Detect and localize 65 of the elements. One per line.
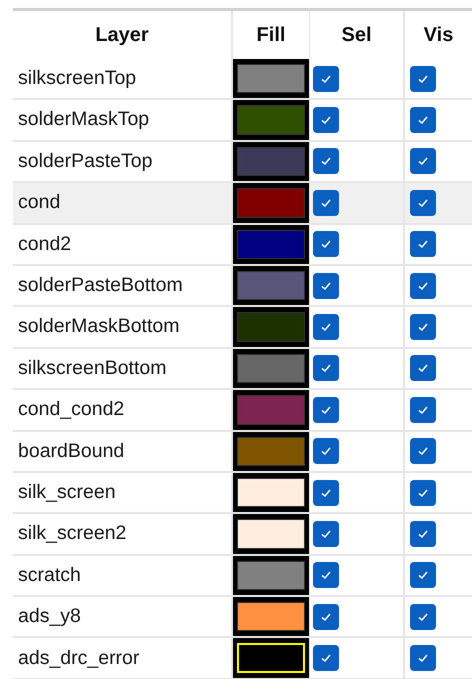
checkbox[interactable] xyxy=(313,645,339,672)
checkbox[interactable] xyxy=(410,190,436,216)
checkbox[interactable] xyxy=(410,480,436,506)
column-header[interactable]: Sel xyxy=(341,20,372,50)
color-swatch[interactable] xyxy=(233,266,309,306)
layer-name: cond xyxy=(18,190,60,216)
checkbox[interactable] xyxy=(410,355,436,382)
column-header[interactable]: Layer xyxy=(95,20,149,50)
checkbox[interactable] xyxy=(410,231,436,258)
color-swatch[interactable] xyxy=(233,556,309,596)
layer-name: silk_screen2 xyxy=(18,521,126,546)
layer-name: solderPasteTop xyxy=(18,148,152,174)
checkbox[interactable] xyxy=(410,66,436,92)
checkbox[interactable] xyxy=(313,148,339,174)
checkbox[interactable] xyxy=(410,107,436,134)
checkbox[interactable] xyxy=(313,438,339,464)
color-swatch[interactable] xyxy=(233,100,309,140)
color-swatch[interactable] xyxy=(233,638,309,678)
color-swatch[interactable] xyxy=(233,432,309,471)
checkbox[interactable] xyxy=(410,562,436,588)
checkbox[interactable] xyxy=(410,272,436,299)
layer-name: solderMaskBottom xyxy=(18,314,180,340)
color-swatch[interactable] xyxy=(233,472,309,512)
checkbox[interactable] xyxy=(313,520,339,547)
layer-name: ads_y8 xyxy=(18,604,81,630)
layer-name: silkscreenBottom xyxy=(18,356,166,381)
color-swatch[interactable] xyxy=(233,597,309,636)
layer-name: cond_cond2 xyxy=(18,397,124,422)
checkbox[interactable] xyxy=(313,231,339,258)
selected-row[interactable]: cond xyxy=(13,183,472,225)
checkbox[interactable] xyxy=(410,604,436,630)
color-swatch[interactable] xyxy=(233,59,309,98)
checkbox[interactable] xyxy=(313,66,339,92)
checkbox[interactable] xyxy=(313,314,339,340)
column-header[interactable]: Fill xyxy=(256,20,286,50)
checkbox[interactable] xyxy=(313,190,339,216)
checkbox[interactable] xyxy=(410,438,436,464)
checkbox[interactable] xyxy=(313,562,339,588)
layer-name: boardBound xyxy=(18,438,124,464)
checkbox[interactable] xyxy=(410,314,436,340)
color-swatch[interactable] xyxy=(233,142,309,182)
layer-name: silk_screen xyxy=(18,480,116,505)
layer-name: solderPasteBottom xyxy=(18,273,183,298)
checkbox[interactable] xyxy=(313,107,339,134)
column-header[interactable]: Vis xyxy=(424,20,454,50)
color-swatch[interactable] xyxy=(233,390,309,430)
checkbox[interactable] xyxy=(313,396,339,423)
layer-name: silkscreenTop xyxy=(18,66,136,92)
color-swatch[interactable] xyxy=(233,183,309,223)
checkbox[interactable] xyxy=(313,272,339,299)
color-swatch[interactable] xyxy=(233,307,309,347)
checkbox[interactable] xyxy=(313,480,339,506)
layer-name: ads_drc_error xyxy=(18,646,140,671)
checkbox[interactable] xyxy=(410,396,436,423)
checkbox[interactable] xyxy=(313,604,339,630)
color-swatch[interactable] xyxy=(233,348,309,388)
checkbox[interactable] xyxy=(410,148,436,174)
color-swatch[interactable] xyxy=(233,514,309,554)
checkbox[interactable] xyxy=(313,355,339,382)
layer-name: cond2 xyxy=(18,232,72,257)
checkbox[interactable] xyxy=(410,645,436,672)
layer-name: scratch xyxy=(18,562,81,588)
checkbox[interactable] xyxy=(410,520,436,547)
color-swatch[interactable] xyxy=(233,224,309,264)
layer-name: solderMaskTop xyxy=(18,107,150,132)
